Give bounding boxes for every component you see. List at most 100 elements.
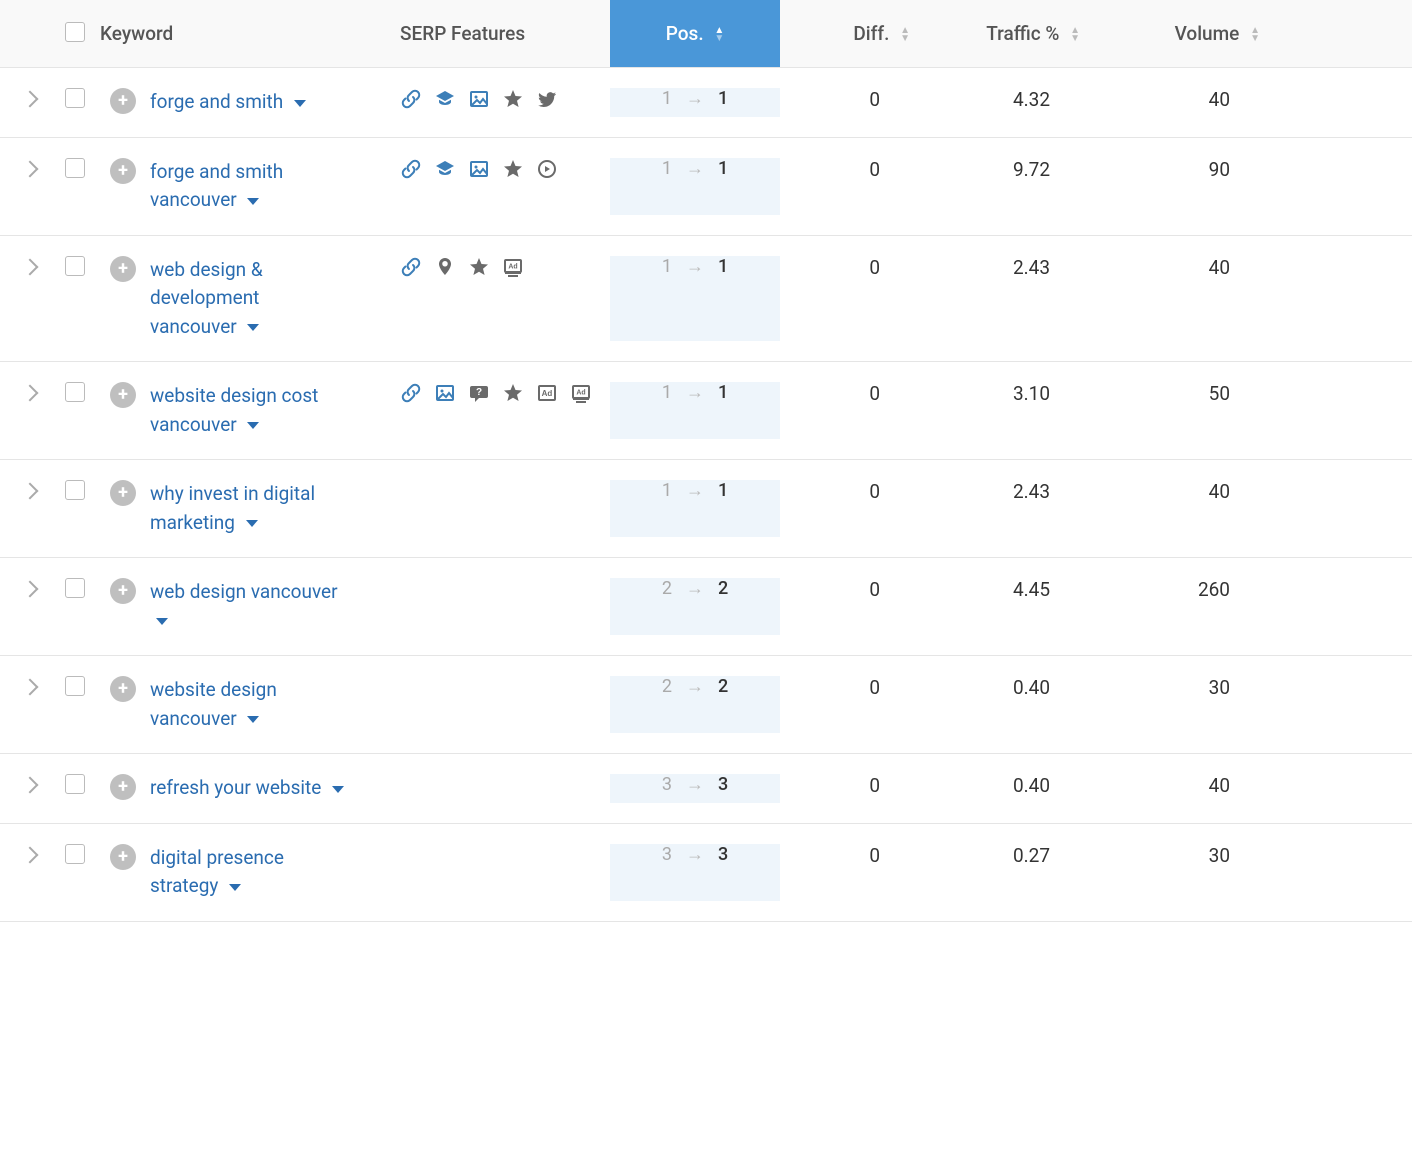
- expand-chevron-icon[interactable]: [22, 846, 39, 863]
- add-keyword-button[interactable]: +: [110, 256, 136, 282]
- row-checkbox[interactable]: [65, 676, 85, 696]
- keyword-link[interactable]: web design & development vancouver: [150, 256, 350, 342]
- position-cell: 3 → 3: [610, 844, 780, 865]
- row-checkbox[interactable]: [65, 256, 85, 276]
- add-keyword-button[interactable]: +: [110, 844, 136, 870]
- expand-chevron-icon[interactable]: [22, 679, 39, 696]
- keyword-caret-icon[interactable]: [294, 94, 306, 112]
- expand-chevron-icon[interactable]: [22, 581, 39, 598]
- volume-value: 90: [1209, 158, 1230, 181]
- row-checkbox[interactable]: [65, 844, 85, 864]
- position-to: 2: [718, 676, 728, 697]
- add-keyword-button[interactable]: +: [110, 382, 136, 408]
- volume-value: 30: [1209, 676, 1230, 699]
- arrow-right-icon: →: [686, 844, 704, 865]
- serp-features: [400, 158, 610, 180]
- keyword-caret-icon[interactable]: [247, 192, 259, 210]
- expand-chevron-icon[interactable]: [22, 91, 39, 108]
- keyword-link[interactable]: website design cost vancouver: [150, 382, 350, 439]
- expand-chevron-icon[interactable]: [22, 258, 39, 275]
- diff-value: 0: [869, 480, 880, 503]
- add-keyword-button[interactable]: +: [110, 578, 136, 604]
- select-all-checkbox[interactable]: [65, 22, 85, 42]
- expand-chevron-icon[interactable]: [22, 385, 39, 402]
- add-keyword-button[interactable]: +: [110, 774, 136, 800]
- header-volume[interactable]: Volume ▲▼: [1080, 0, 1260, 67]
- add-keyword-button[interactable]: +: [110, 158, 136, 184]
- traffic-value: 4.45: [1013, 578, 1050, 601]
- image-pack-icon[interactable]: [468, 88, 490, 110]
- position-from: 2: [662, 676, 672, 697]
- keyword-text: refresh your website: [150, 776, 321, 799]
- keyword-link[interactable]: why invest in digital marketing: [150, 480, 350, 537]
- position-cell: 2 → 2: [610, 578, 780, 599]
- knowledge-panel-icon[interactable]: [434, 88, 456, 110]
- image-pack-icon[interactable]: [434, 382, 456, 404]
- keyword-link[interactable]: forge and smith: [150, 88, 306, 117]
- image-pack-icon[interactable]: [468, 158, 490, 180]
- row-checkbox[interactable]: [65, 88, 85, 108]
- position-to: 1: [718, 158, 728, 179]
- sitelinks-icon[interactable]: [400, 382, 422, 404]
- keyword-link[interactable]: refresh your website: [150, 774, 344, 803]
- sitelinks-icon[interactable]: [400, 88, 422, 110]
- diff-value: 0: [869, 382, 880, 405]
- position-from: 1: [662, 256, 672, 277]
- traffic-value: 0.40: [1013, 774, 1050, 797]
- keyword-caret-icon[interactable]: [247, 416, 259, 434]
- knowledge-panel-icon[interactable]: [434, 158, 456, 180]
- keyword-caret-icon[interactable]: [246, 514, 258, 532]
- keyword-caret-icon[interactable]: [247, 710, 259, 728]
- add-keyword-button[interactable]: +: [110, 480, 136, 506]
- header-pos[interactable]: Pos. ▲▼: [610, 0, 780, 67]
- video-icon[interactable]: [536, 158, 558, 180]
- arrow-right-icon: →: [686, 382, 704, 403]
- row-checkbox[interactable]: [65, 382, 85, 402]
- arrow-right-icon: →: [686, 676, 704, 697]
- row-checkbox[interactable]: [65, 480, 85, 500]
- add-keyword-button[interactable]: +: [110, 88, 136, 114]
- diff-value: 0: [869, 256, 880, 279]
- row-checkbox[interactable]: [65, 578, 85, 598]
- keyword-link[interactable]: web design vancouver: [150, 578, 350, 635]
- twitter-icon[interactable]: [536, 88, 558, 110]
- keyword-link[interactable]: forge and smith vancouver: [150, 158, 350, 215]
- header-traffic[interactable]: Traffic % ▲▼: [910, 0, 1080, 67]
- local-pack-icon[interactable]: [434, 256, 456, 278]
- position-from: 3: [662, 774, 672, 795]
- keyword-caret-icon[interactable]: [229, 878, 241, 896]
- faq-icon[interactable]: [468, 382, 490, 404]
- keyword-caret-icon[interactable]: [156, 612, 168, 630]
- keyword-caret-icon[interactable]: [247, 318, 259, 336]
- header-diff[interactable]: Diff. ▲▼: [780, 0, 910, 67]
- reviews-icon[interactable]: [468, 256, 490, 278]
- table-row: + web design vancouver 2 → 2 0 4.45 260: [0, 558, 1412, 656]
- reviews-icon[interactable]: [502, 158, 524, 180]
- ads-top-icon[interactable]: [536, 382, 558, 404]
- header-keyword[interactable]: Keyword: [100, 0, 400, 67]
- diff-value: 0: [869, 676, 880, 699]
- diff-value: 0: [869, 844, 880, 867]
- row-checkbox[interactable]: [65, 774, 85, 794]
- ads-bottom-icon[interactable]: [502, 256, 524, 278]
- expand-chevron-icon[interactable]: [22, 483, 39, 500]
- keyword-caret-icon[interactable]: [332, 780, 344, 798]
- row-checkbox[interactable]: [65, 158, 85, 178]
- keyword-text: why invest in digital marketing: [150, 482, 315, 534]
- keyword-link[interactable]: digital presence strategy: [150, 844, 350, 901]
- reviews-icon[interactable]: [502, 382, 524, 404]
- position-to: 3: [718, 844, 728, 865]
- keyword-link[interactable]: website design vancouver: [150, 676, 350, 733]
- position-to: 1: [718, 480, 728, 501]
- ads-bottom-icon[interactable]: [570, 382, 592, 404]
- sitelinks-icon[interactable]: [400, 256, 422, 278]
- arrow-right-icon: →: [686, 256, 704, 277]
- position-from: 2: [662, 578, 672, 599]
- sitelinks-icon[interactable]: [400, 158, 422, 180]
- expand-chevron-icon[interactable]: [22, 777, 39, 794]
- expand-chevron-icon[interactable]: [22, 160, 39, 177]
- reviews-icon[interactable]: [502, 88, 524, 110]
- position-to: 2: [718, 578, 728, 599]
- header-serp[interactable]: SERP Features: [400, 0, 610, 67]
- add-keyword-button[interactable]: +: [110, 676, 136, 702]
